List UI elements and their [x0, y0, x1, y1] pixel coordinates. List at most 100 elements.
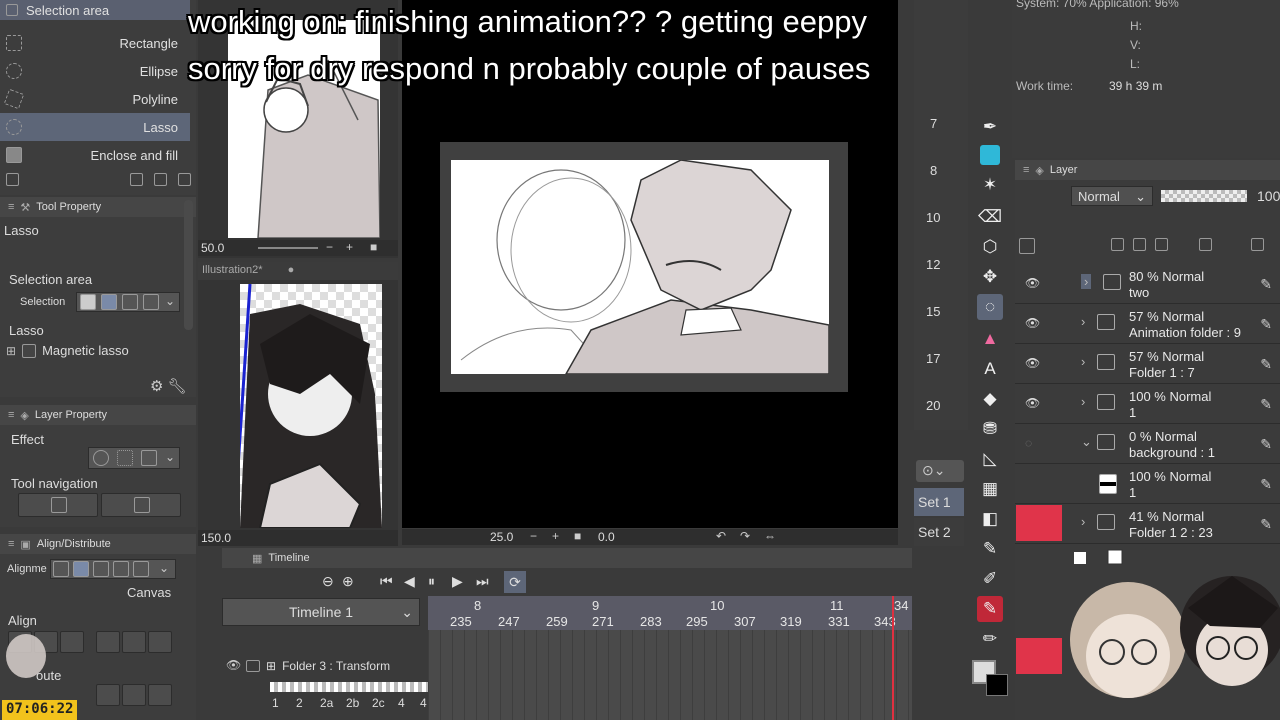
magnetic-lasso-option[interactable]: ⊞ Magnetic lasso: [6, 343, 129, 358]
red-pen-icon[interactable]: ✎: [977, 596, 1003, 622]
move-icon[interactable]: ✥: [977, 264, 1003, 290]
border-effect-icon[interactable]: [93, 450, 109, 466]
expand-chevron-icon[interactable]: ›: [1081, 394, 1085, 409]
tone-effect-icon[interactable]: [117, 450, 133, 466]
zoom-in-icon[interactable]: ⊕: [342, 573, 354, 590]
menu-icon[interactable]: ≡: [8, 409, 14, 421]
new-folder-icon[interactable]: [1133, 238, 1146, 251]
chevron-down-icon[interactable]: ⌄: [159, 561, 169, 575]
copy-icon[interactable]: [154, 173, 167, 186]
new-selection-icon[interactable]: [80, 294, 96, 310]
layer-row[interactable]: 👁︎ › 57 % Normal Folder 1 : 7 ✎: [1015, 344, 1280, 384]
grid-tool-icon[interactable]: ▦: [977, 476, 1003, 502]
chevron-down-icon[interactable]: ⌄: [401, 604, 413, 621]
sparkle-tool-icon[interactable]: ✶: [977, 172, 1003, 198]
3d-cube-icon[interactable]: ⬡: [977, 234, 1003, 260]
edit-pen-icon[interactable]: ✎: [1260, 436, 1272, 453]
layer-row[interactable]: 👁︎ › 80 % Normal two ✎: [1015, 264, 1280, 304]
ruler-tool-icon[interactable]: ◺: [977, 446, 1003, 472]
edit-pen-icon[interactable]: ✎: [1260, 516, 1272, 533]
trash-icon[interactable]: [178, 173, 191, 186]
set-1-button[interactable]: Set 1: [914, 488, 964, 516]
next-frame-icon[interactable]: ▶: [452, 573, 463, 590]
marker-icon[interactable]: ✐: [977, 566, 1003, 592]
edit-pen-icon[interactable]: ✎: [1260, 396, 1272, 413]
canvas-angle[interactable]: 0.0: [598, 530, 615, 544]
tool-header-selection-area[interactable]: Selection area: [0, 0, 190, 20]
chevron-down-icon[interactable]: ⌄: [165, 294, 175, 308]
prev-frame-icon[interactable]: ◀: [404, 573, 415, 590]
scrollbar-left[interactable]: [184, 200, 193, 330]
flip-icon[interactable]: ⇔: [764, 529, 776, 543]
timeline-selector[interactable]: Timeline 1 ⌄: [222, 598, 420, 626]
cel-label[interactable]: 4: [420, 696, 427, 710]
pause-icon[interactable]: ⏸: [428, 573, 435, 590]
playhead[interactable]: [892, 596, 894, 720]
align-btn-6[interactable]: [148, 631, 172, 653]
eye-icon[interactable]: 👁︎: [1025, 396, 1040, 410]
gradient-tool-icon[interactable]: ◧: [977, 506, 1003, 532]
lasso-tool-icon[interactable]: ◌: [977, 294, 1003, 320]
align-left-icon[interactable]: [53, 561, 69, 577]
cel-label[interactable]: 1: [272, 696, 279, 710]
blend-mode-select[interactable]: Normal ⌄: [1071, 186, 1153, 206]
eraser-icon[interactable]: ⌫: [977, 204, 1003, 230]
eye-icon[interactable]: 👁︎: [226, 658, 241, 672]
cake-icon[interactable]: ▲: [977, 326, 1003, 352]
distribute-btn-3[interactable]: [148, 684, 172, 706]
dot-tool-icon[interactable]: [977, 142, 1003, 168]
edit-pen-icon[interactable]: ✎: [1260, 276, 1272, 293]
preview-1-zoom[interactable]: 50.0: [201, 241, 224, 255]
edit-pen-icon[interactable]: ✎: [1260, 356, 1272, 373]
magnetic-lasso-checkbox[interactable]: [22, 343, 37, 358]
menu-icon[interactable]: ≡: [8, 538, 14, 550]
collapse-chevron-icon[interactable]: ⌄: [1081, 434, 1092, 450]
delete-layer-icon[interactable]: [1251, 238, 1264, 251]
tool-polyline[interactable]: Polyline: [0, 85, 190, 113]
preview-2-tab[interactable]: Illustration2* ●: [198, 262, 398, 280]
preview-2-zoom[interactable]: 150.0: [201, 531, 231, 545]
layer-row[interactable]: 👁︎ › 100 % Normal 1 ✎: [1015, 384, 1280, 424]
zoom-in-icon[interactable]: +: [552, 529, 559, 543]
align-center-icon[interactable]: [73, 561, 89, 577]
align-btn-5[interactable]: [122, 631, 146, 653]
cel-label[interactable]: 2: [296, 696, 303, 710]
settings-icon[interactable]: [6, 173, 19, 186]
fill-tool-icon[interactable]: ◆: [977, 386, 1003, 412]
go-first-icon[interactable]: ⏮: [380, 573, 393, 590]
search-box[interactable]: ⊙⌄: [916, 460, 964, 482]
eye-icon[interactable]: 👁︎: [1025, 356, 1040, 370]
zoom-slider[interactable]: [258, 247, 318, 249]
align-btn-4[interactable]: [96, 631, 120, 653]
frame-grid[interactable]: 8 9 10 11 34 235 247 259 271 283 295 307…: [428, 596, 912, 720]
align-top-icon[interactable]: [113, 561, 129, 577]
layer-row[interactable]: 100 % Normal 1 ✎: [1015, 464, 1280, 504]
menu-icon[interactable]: ≡: [8, 201, 14, 213]
pencil-icon[interactable]: ✏: [977, 626, 1003, 652]
settings-icon[interactable]: ⚙: [150, 378, 163, 395]
new-layer-icon[interactable]: [1111, 238, 1124, 251]
zoom-in-icon[interactable]: +: [346, 240, 353, 254]
layer-view-icon[interactable]: [1019, 238, 1035, 254]
rotate-right-icon[interactable]: ↷: [740, 529, 750, 543]
add-selection-icon[interactable]: [101, 294, 117, 310]
expand-chevron-icon[interactable]: ›: [1081, 314, 1085, 329]
intersect-selection-icon[interactable]: [143, 294, 159, 310]
eye-icon[interactable]: 👁︎: [1025, 276, 1040, 290]
align-btn-3[interactable]: [60, 631, 84, 653]
expand-chevron-icon[interactable]: ›: [1081, 274, 1092, 289]
edit-pen-icon[interactable]: ✎: [1260, 476, 1272, 493]
tool-enclose-fill[interactable]: Enclose and fill: [0, 141, 190, 169]
layer-row[interactable]: 👁︎ › 57 % Normal Animation folder : 9 ✎: [1015, 304, 1280, 344]
eye-icon[interactable]: 👁︎: [1025, 316, 1040, 330]
zoom-out-icon[interactable]: −: [530, 529, 537, 543]
tool-rectangle[interactable]: Rectangle: [0, 29, 190, 57]
opacity-slider[interactable]: [1161, 190, 1247, 202]
wrench-icon[interactable]: 🔧︎: [168, 378, 187, 395]
distribute-btn-2[interactable]: [122, 684, 146, 706]
go-last-icon[interactable]: ⏭: [476, 573, 489, 590]
tool-lasso[interactable]: Lasso: [0, 113, 190, 141]
preview-2-canvas[interactable]: [240, 284, 382, 528]
text-tool-icon[interactable]: A: [977, 356, 1003, 382]
align-right-icon[interactable]: [93, 561, 109, 577]
